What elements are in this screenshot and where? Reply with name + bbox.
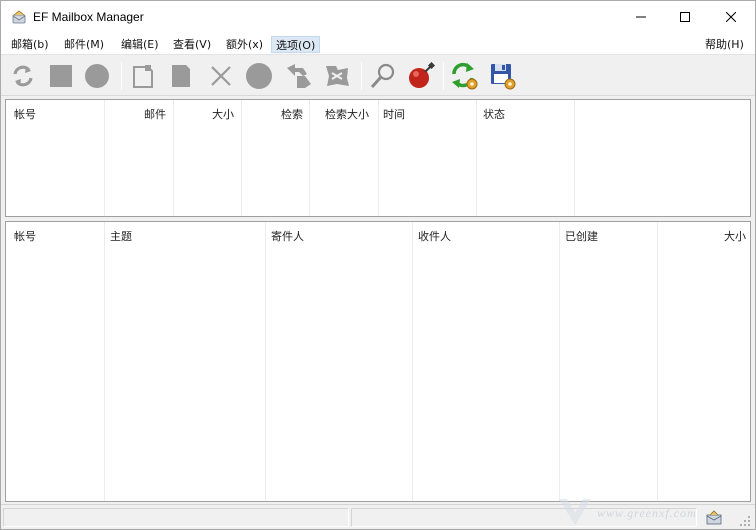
status-panel-main [3, 508, 349, 527]
sync-button[interactable] [449, 60, 481, 92]
menu-mail[interactable]: 邮件(M) [60, 36, 108, 53]
column-header-size[interactable]: 大小 [724, 228, 746, 244]
menu-view[interactable]: 查看(V) [169, 36, 215, 53]
search-magnifier-icon [370, 63, 395, 89]
column-header-subject[interactable]: 主题 [110, 228, 132, 244]
column-header-created[interactable]: 已创建 [565, 228, 598, 244]
pin-icon [409, 62, 435, 88]
title-bar: EF Mailbox Manager [1, 1, 755, 33]
open-message-button[interactable] [165, 60, 197, 92]
column-header-size[interactable]: 大小 [212, 106, 234, 122]
messages-list[interactable]: 帐号 主题 寄件人 收件人 已创建 大小 [5, 221, 751, 502]
new-message-button[interactable] [127, 60, 159, 92]
toolbar-separator [121, 62, 122, 90]
stop-square-icon [50, 65, 72, 87]
column-divider [104, 222, 105, 501]
column-header-sender[interactable]: 寄件人 [271, 228, 304, 244]
watermark-text: www.greenxf.com [597, 506, 697, 520]
column-divider [574, 100, 575, 216]
column-divider [173, 100, 174, 216]
mark-button[interactable] [243, 60, 275, 92]
save-gear-icon [491, 64, 516, 90]
column-header-account[interactable]: 帐号 [14, 106, 36, 122]
column-header-retrieved-size[interactable]: 检索大小 [325, 106, 369, 122]
search-button[interactable] [367, 60, 399, 92]
column-divider [476, 100, 477, 216]
toolbar-separator [443, 62, 444, 90]
main-window: EF Mailbox Manager 邮箱(b) 邮件(M) 编辑(E) 查看(… [0, 0, 756, 530]
pin-button[interactable] [405, 60, 437, 92]
column-divider [309, 100, 310, 216]
document-icon [172, 65, 190, 87]
refresh-button[interactable] [7, 60, 39, 92]
column-divider [559, 222, 560, 501]
reply-button[interactable] [283, 60, 315, 92]
new-document-icon [133, 65, 153, 88]
column-divider [412, 222, 413, 501]
accounts-list[interactable]: 帐号 邮件 大小 检索 检索大小 时间 状态 [5, 99, 751, 217]
toolbar-separator [361, 62, 362, 90]
column-divider [241, 100, 242, 216]
menu-help[interactable]: 帮助(H) [701, 36, 748, 53]
column-divider [265, 222, 266, 501]
save-settings-button[interactable] [487, 60, 519, 92]
toolbar [1, 56, 755, 96]
forward-icon [326, 66, 349, 86]
refresh-icon [13, 65, 33, 87]
resize-grip-icon[interactable] [739, 515, 751, 527]
record-button[interactable] [81, 60, 113, 92]
delete-x-icon [211, 66, 231, 86]
close-button[interactable] [709, 1, 753, 33]
window-title: EF Mailbox Manager [33, 10, 144, 24]
stop-button[interactable] [45, 60, 77, 92]
maximize-button[interactable] [663, 1, 707, 33]
column-header-status[interactable]: 状态 [483, 106, 505, 122]
circle-icon [246, 63, 272, 89]
menu-mailbox[interactable]: 邮箱(b) [7, 36, 53, 53]
column-header-mail[interactable]: 邮件 [144, 106, 166, 122]
circle-icon [85, 64, 109, 88]
column-header-retrieved[interactable]: 检索 [281, 106, 303, 122]
column-header-recipient[interactable]: 收件人 [418, 228, 451, 244]
menu-extras[interactable]: 额外(x) [222, 36, 267, 53]
minimize-button[interactable] [619, 1, 663, 33]
column-divider [378, 100, 379, 216]
column-divider [104, 100, 105, 216]
column-header-time[interactable]: 时间 [383, 106, 405, 122]
sync-gear-icon [452, 62, 478, 90]
menu-bar: 邮箱(b) 邮件(M) 编辑(E) 查看(V) 额外(x) 选项(O) 帮助(H… [1, 33, 755, 55]
reply-icon [287, 64, 311, 88]
column-divider [657, 222, 658, 501]
delete-button[interactable] [205, 60, 237, 92]
column-header-account[interactable]: 帐号 [14, 228, 36, 244]
forward-button[interactable] [321, 60, 353, 92]
app-icon [11, 9, 27, 25]
menu-options[interactable]: 选项(O) [271, 36, 321, 53]
mailbox-status-icon [705, 509, 723, 526]
menu-edit[interactable]: 编辑(E) [117, 36, 163, 53]
watermark-logo-icon [559, 499, 591, 525]
